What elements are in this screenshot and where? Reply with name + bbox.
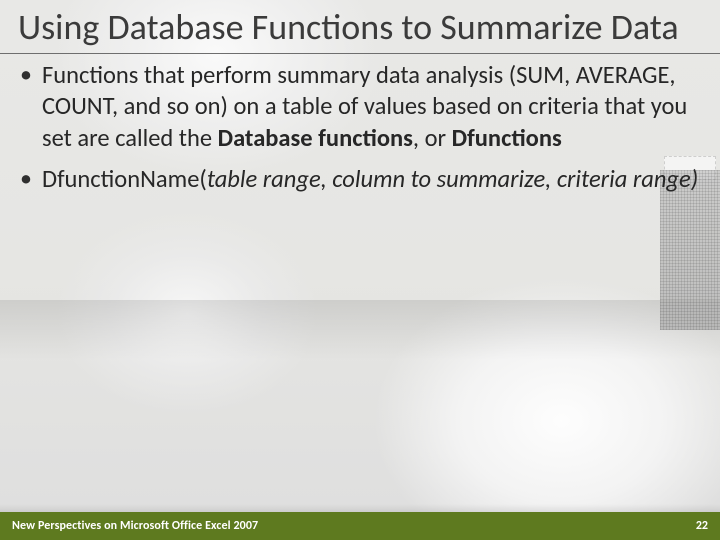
bullet-text: , or [413, 123, 452, 153]
footer-page-number: 22 [696, 519, 708, 533]
footer-text: New Perspectives on Microsoft Office Exc… [12, 519, 258, 533]
bullet-bold: Dfunctions [452, 123, 562, 153]
slide-body: Functions that perform summary data anal… [0, 54, 720, 195]
footer-shadow [0, 504, 720, 512]
slide: Using Database Functions to Summarize Da… [0, 0, 720, 540]
list-item: Functions that perform summary data anal… [38, 60, 702, 154]
list-item: DfunctionName(table range, column to sum… [38, 164, 702, 195]
bullet-bold: Database functions [218, 123, 413, 153]
bullet-italic: table range, column to summarize, criter… [207, 164, 698, 194]
bullet-text: DfunctionName( [42, 164, 207, 194]
footer-bar: New Perspectives on Microsoft Office Exc… [0, 512, 720, 540]
bullet-list: Functions that perform summary data anal… [38, 60, 702, 195]
slide-title: Using Database Functions to Summarize Da… [0, 0, 720, 51]
